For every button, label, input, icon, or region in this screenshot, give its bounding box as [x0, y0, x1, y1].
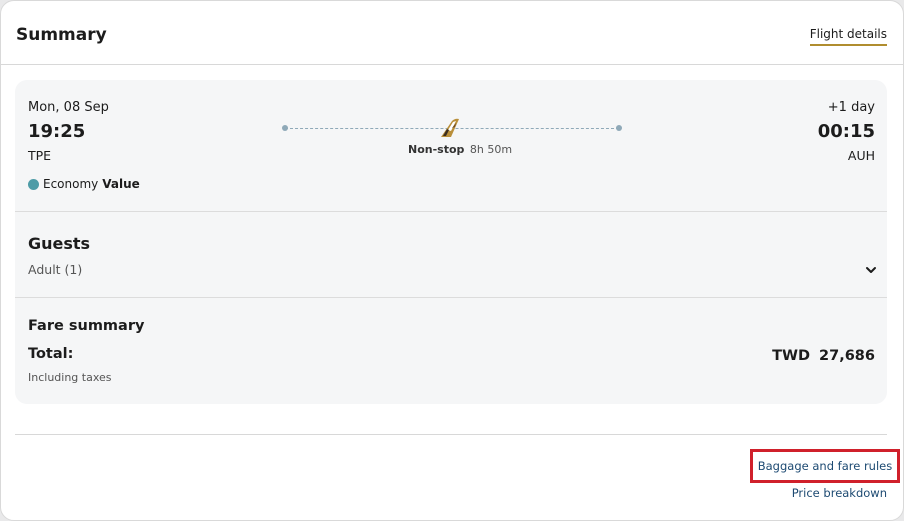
- guests-section[interactable]: Guests Adult (1): [15, 212, 887, 298]
- route-stops: Non-stop: [408, 143, 465, 156]
- fare-summary-title: Fare summary: [28, 318, 145, 334]
- cabin-dot-icon: [28, 178, 39, 190]
- summary-title: Summary: [16, 25, 107, 45]
- summary-header: Summary Flight details: [1, 1, 903, 65]
- booking-panel: Mon, 08 Sep 19:25 TPE Economy Value Non-…: [15, 80, 887, 404]
- plane-tail-icon: [441, 118, 459, 137]
- cabin-class-label: Economy: [43, 177, 99, 191]
- route-info: Non-stop 8h 50m: [408, 143, 512, 156]
- summary-card: Summary Flight details Mon, 08 Sep 19:25…: [0, 0, 904, 521]
- flight-section: Mon, 08 Sep 19:25 TPE Economy Value Non-…: [15, 80, 887, 212]
- departure-date: Mon, 08 Sep: [28, 100, 109, 115]
- total-note: Including taxes: [28, 371, 112, 384]
- guests-title: Guests: [28, 234, 91, 253]
- chevron-down-icon[interactable]: [865, 264, 877, 276]
- baggage-and-fare-rules-link[interactable]: Baggage and fare rules: [758, 459, 893, 473]
- departure-airport: TPE: [28, 148, 52, 163]
- arrival-time: 00:15: [817, 121, 875, 142]
- departure-time: 19:25: [28, 121, 86, 142]
- route-duration: 8h 50m: [469, 143, 513, 156]
- total-amount: TWD 27,686: [772, 348, 875, 364]
- arrival-airport: AUH: [847, 148, 875, 163]
- cabin-class: Economy Value: [28, 177, 140, 191]
- footer-divider: [15, 434, 887, 435]
- flight-details-link[interactable]: Flight details: [809, 27, 887, 46]
- cabin-brand-label: Value: [102, 177, 140, 191]
- price-breakdown-link[interactable]: Price breakdown: [792, 486, 887, 500]
- arrival-day-offset: +1 day: [827, 100, 875, 115]
- guests-count: Adult (1): [28, 262, 83, 277]
- total-label: Total:: [28, 346, 74, 362]
- route-origin-dot: [282, 125, 288, 131]
- baggage-link-highlight: Baggage and fare rules: [750, 449, 900, 483]
- route-destination-dot: [616, 125, 622, 131]
- fare-summary-section: Fare summary Total: Including taxes TWD …: [15, 298, 887, 404]
